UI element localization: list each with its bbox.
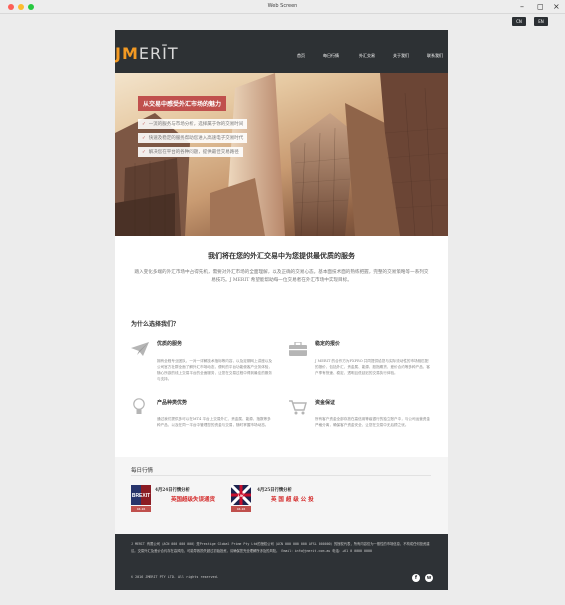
cart-icon: [289, 400, 307, 415]
check-icon: ✓: [142, 122, 146, 127]
article-title[interactable]: 4月24日行情分析: [155, 487, 190, 493]
hero-banner: 从交易中感受外汇市场的魅力 ✓ 一流的服务与市场分析，选择属于你的交易时间 ✓ 快速…: [115, 73, 448, 236]
article-subtitle[interactable]: 英 国 超 级 公 投: [271, 495, 314, 503]
feature-title: 产品种类优势: [157, 400, 188, 406]
hero-item: ✓ 一流的服务与市场分析，选择属于你的交易时间: [138, 119, 248, 129]
paper-plane-icon: [131, 342, 149, 356]
date-tag: 04.26: [231, 506, 251, 512]
section-headline: 我们将在您的外汇交易中为您提供最优质的服务: [208, 251, 355, 260]
copyright: © 2016 JMERIT PTY LTD. All rights reserv…: [131, 575, 219, 579]
nav-forex[interactable]: 外汇交易: [359, 53, 375, 59]
check-icon: ✓: [142, 150, 146, 155]
toolbar-button-en[interactable]: EN: [534, 17, 548, 26]
article-thumbnail[interactable]: UK: [231, 485, 251, 505]
feature-title: 稳定的报价: [315, 341, 341, 347]
feature-title: 资金保证: [315, 400, 336, 406]
feature-desc: 所有客户资金全部存放在高信用等级银行的独立账户中，与公司运营资金严格分离，确保客…: [315, 417, 430, 427]
logo[interactable]: JMERĪT: [115, 44, 179, 63]
toolbar-button-cn[interactable]: CN: [512, 17, 526, 26]
toolbar: CN EN: [0, 14, 565, 30]
feature-desc: 拥有全程专业团队，一对一详解技术指标等内容，以及定期网上讲座以及公司官方社群全面…: [157, 359, 272, 381]
minimize-icon[interactable]: –: [520, 2, 524, 12]
hero-item-text: 解决您在平台的各种问题，提供最佳交易路径: [148, 150, 239, 155]
article-subtitle[interactable]: 英国超级失误通货: [171, 495, 215, 503]
check-icon: ✓: [142, 136, 146, 141]
title-bar: Web Screen – ◻ ×: [0, 0, 565, 14]
nav-about[interactable]: 关于我们: [393, 53, 409, 59]
nav-home[interactable]: 首页: [297, 53, 305, 59]
divider: [131, 475, 431, 476]
article-title[interactable]: 4月25日行情分析: [257, 487, 292, 493]
why-title: 为什么选择我们？: [131, 321, 180, 328]
thumbnail-text: BREXIT: [132, 493, 150, 499]
hero-item: ✓ 快速及稳定的服务帮助您进入高速电子交易时代: [138, 133, 248, 143]
logo-text: ERĪT: [138, 44, 179, 63]
daily-title: 每日行情: [131, 468, 154, 474]
nav-daily[interactable]: 每日行情: [323, 53, 339, 59]
feature-desc: 通过我们提供多可以在MT4 平台上交易外汇、贵金属、能源、指数等多种产品，以及在…: [157, 417, 271, 427]
briefcase-icon: [289, 342, 307, 356]
weibo-icon[interactable]: w: [425, 574, 433, 582]
window-title: Web Screen: [267, 3, 298, 9]
hero-item-text: 一流的服务与市场分析，选择属于你的交易时间: [148, 122, 244, 127]
footer: J MERIT 有限公司（ACN 000 000 000）是Prestige G…: [115, 534, 448, 590]
daily-market-section: 每日行情 BREXIT 04.26 4月24日行情分析 英国超级失误通货 UK …: [115, 457, 448, 534]
article-thumbnail[interactable]: BREXIT: [131, 485, 151, 505]
feature-title: 优质的服务: [157, 341, 183, 347]
lightbulb-icon: [133, 398, 145, 414]
maximize-icon[interactable]: ◻: [537, 2, 544, 12]
footer-disclaimer: J MERIT 有限公司（ACN 000 000 000）是Prestige G…: [131, 542, 430, 553]
nav-contact[interactable]: 联系我们: [427, 53, 443, 59]
date-tag: 04.26: [131, 506, 151, 512]
thumbnail-text: UK: [238, 493, 244, 498]
hero-item-text: 快速及稳定的服务帮助您进入高速电子交易时代: [148, 136, 244, 141]
feature-desc: J MERIT 的合作方为FXPRO 共同提供给您与实际流动性的市场相匹配的报价…: [315, 359, 430, 375]
hero-item: ✓ 解决您在平台的各种问题，提供最佳交易路径: [138, 147, 243, 157]
logo-accent: JM: [115, 44, 139, 63]
browser-window: Web Screen – ◻ × CN EN JMERĪT 首页 每日行情 外汇…: [0, 0, 565, 605]
web-page: JMERĪT 首页 每日行情 外汇交易 关于我们 联系我们 从交易中感受外汇市场…: [115, 30, 448, 590]
close-icon[interactable]: ×: [553, 2, 560, 12]
facebook-icon[interactable]: f: [412, 574, 420, 582]
intro-text: 踏入变化多端的外汇市场中占得先机，需要对外汇市场的全面理解，以及正确的交易心态。…: [134, 270, 429, 283]
hero-title: 从交易中感受外汇市场的魅力: [138, 96, 227, 111]
